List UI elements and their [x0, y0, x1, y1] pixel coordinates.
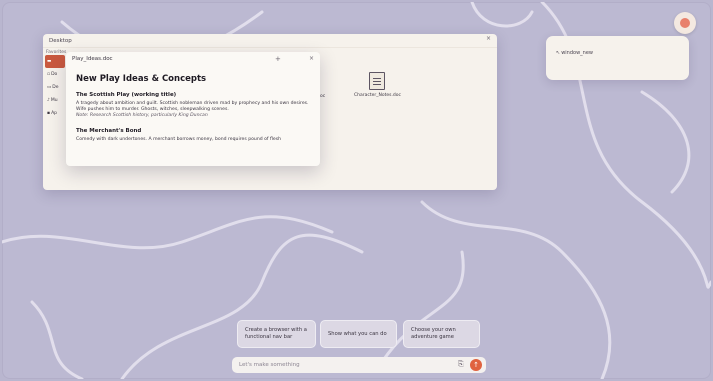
sidebar-item-label: Do — [51, 72, 58, 77]
window-new-label-row: ↖ window_new — [556, 50, 593, 56]
apps-icon: ▪ — [47, 111, 51, 116]
sidebar-favorites-label: Favorites — [46, 50, 67, 55]
desktop-icon: ▭ — [47, 85, 52, 90]
document-content: New Play Ideas & Concepts The Scottish P… — [76, 74, 312, 143]
suggestion-label: Choose your own adventure game — [411, 327, 456, 340]
prompt-placeholder: Let's make something — [239, 362, 300, 368]
section-title: The Scottish Play (working title) — [76, 92, 177, 98]
suggestion-label: Create a browser with a functional nav b… — [245, 327, 307, 340]
sidebar-item-label: De — [52, 85, 59, 90]
tab-play-ideas[interactable]: Play_Ideas.doc — [72, 56, 113, 62]
new-tab-icon[interactable]: + — [275, 55, 281, 63]
suggestion-label: Show what you can do — [328, 330, 387, 337]
sidebar-item-apps[interactable]: ▪ Ap — [45, 107, 67, 120]
section-note: Note: Research Scottish history, particu… — [76, 113, 208, 118]
sidebar-item-label: Mu — [50, 98, 58, 103]
sidebar-item-label: Ap — [51, 111, 57, 116]
file-label-partial: oc — [320, 94, 326, 99]
sidebar-item-home[interactable]: ▬ — [45, 55, 65, 68]
file-label: Character_Notes.doc — [354, 93, 401, 98]
section-title: The Merchant's Bond — [76, 128, 142, 134]
window-icon: ↖ — [556, 50, 561, 56]
document-icon — [369, 72, 386, 90]
desktop-window-titlebar[interactable]: Desktop — [43, 34, 497, 48]
window-new-label: window_new — [561, 50, 594, 56]
section-body: Comedy with dark undertones. A merchant … — [76, 137, 282, 142]
prompt-input[interactable]: Let's make something ⎘ ↑ — [232, 357, 486, 373]
suggestion-chip-adventure[interactable]: Choose your own adventure game — [403, 320, 480, 348]
sidebar-item-documents[interactable]: ▫ Do — [45, 68, 67, 81]
suggestion-chip-browser[interactable]: Create a browser with a functional nav b… — [237, 320, 316, 348]
send-button[interactable]: ↑ — [470, 359, 482, 371]
file-character-notes[interactable]: Character_Notes.doc — [354, 72, 401, 98]
desktop-window-close-icon[interactable]: × — [486, 35, 491, 42]
music-icon: ♪ — [47, 98, 50, 103]
sidebar-item-desktop[interactable]: ▭ De — [45, 81, 67, 94]
section-body: A tragedy about ambition and guilt. Scot… — [76, 101, 309, 112]
window-new-panel[interactable]: ↖ window_new — [546, 36, 689, 80]
document-icon: ▫ — [47, 72, 51, 77]
avatar-dot-icon — [680, 18, 690, 28]
document-tab-bar: Play_Ideas.doc + × — [66, 52, 320, 66]
desktop-window-title: Desktop — [49, 37, 72, 44]
document-heading: New Play Ideas & Concepts — [76, 74, 207, 84]
desktop-sidebar: Favorites ▬ ▫ Do ▭ De ♪ Mu ▪ Ap — [45, 50, 67, 120]
home-icon: ▬ — [47, 59, 52, 64]
close-tab-icon[interactable]: × — [309, 55, 314, 62]
suggestion-chip-show[interactable]: Show what you can do — [320, 320, 397, 348]
attach-icon[interactable]: ⎘ — [458, 360, 464, 369]
assistant-avatar-button[interactable] — [674, 12, 696, 34]
sidebar-item-music[interactable]: ♪ Mu — [45, 94, 67, 107]
